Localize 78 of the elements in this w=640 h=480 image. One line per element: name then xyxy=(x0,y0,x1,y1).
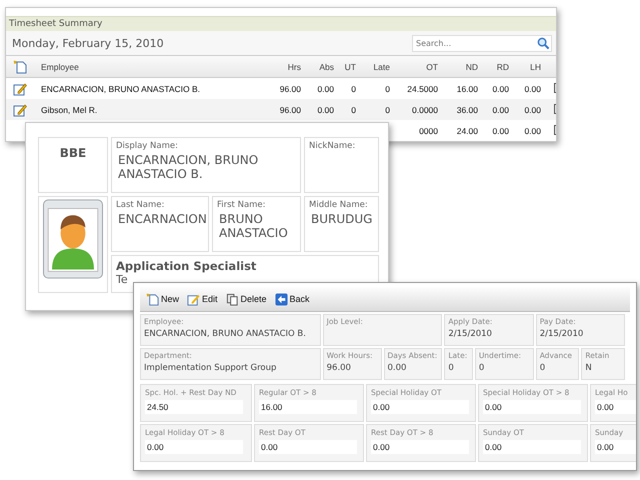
column-header: UT xyxy=(344,62,356,72)
field-value: 0 xyxy=(448,363,454,373)
table-cell-text: 0.00 xyxy=(523,104,541,114)
input-field[interactable]: 0.00 xyxy=(145,440,243,454)
field-value: BURUDUG xyxy=(310,213,372,227)
table-cell-text: 24.5000 xyxy=(406,84,438,94)
table-cell-text: 96.00 xyxy=(278,104,301,114)
table-cell-text: 0.00 xyxy=(491,126,509,136)
input-field[interactable]: 0.00 xyxy=(483,400,581,414)
field-label: Middle Name: xyxy=(309,200,368,210)
field-value: 2/15/2010 xyxy=(448,329,492,339)
back-arrow-icon xyxy=(274,292,288,306)
field-value: BRUNO ANASTACIO xyxy=(218,213,289,241)
field-value: 96.00 xyxy=(326,363,351,373)
field-value: 2/15/2010 xyxy=(540,329,584,339)
department-text: Te xyxy=(116,273,128,286)
job-title: Application Specialist xyxy=(116,259,256,273)
column-header: LH xyxy=(529,62,541,72)
field-value: 0.00 xyxy=(388,363,406,373)
input-field[interactable]: 0.00 xyxy=(371,440,469,454)
window-title: Timesheet Summary xyxy=(6,16,556,31)
table-cell-text: 96.00 xyxy=(278,84,301,94)
table-cell-text: Gibson, Mel R. xyxy=(40,104,98,114)
table-cell-text: 0.00 xyxy=(523,126,541,136)
field-value: Implementation Support Group xyxy=(144,363,276,373)
field-value: ENCARNACION xyxy=(117,213,207,227)
column-header: Late xyxy=(372,62,390,72)
table-cell-text: 0.00 xyxy=(491,104,509,114)
table-cell-text: 0.00 xyxy=(491,84,509,94)
toolbar-button[interactable]: New xyxy=(144,292,182,306)
table-cell-text: 0.00 xyxy=(316,104,334,114)
field-label: Display Name: xyxy=(116,141,178,151)
field-value: ENCARNACION, BRUNO ANASTACIO B. xyxy=(144,329,306,339)
employee-initials: BBE xyxy=(60,146,86,160)
input-field[interactable]: 24.50 xyxy=(145,400,243,414)
input-field[interactable]: 0.00 xyxy=(595,440,636,454)
field-label: Last Name: xyxy=(116,200,164,210)
edit-icon[interactable] xyxy=(13,102,27,116)
field-label: First Name: xyxy=(217,200,266,210)
edit-icon[interactable] xyxy=(13,82,27,96)
table-cell-text: 16.00 xyxy=(456,84,478,94)
table-cell-text: 0.00 xyxy=(523,84,541,94)
input-field[interactable]: 16.00 xyxy=(259,400,357,414)
table-cell-text: 0 xyxy=(384,84,390,94)
field-value: N xyxy=(585,363,592,373)
edit-icon xyxy=(187,292,200,306)
table-cell-text: 0.0000 xyxy=(411,104,438,114)
toolbar-button[interactable]: Back xyxy=(272,292,312,306)
input-field[interactable]: 0.00 xyxy=(371,400,469,414)
table-cell-text: 0 xyxy=(350,104,356,114)
column-header: Employee xyxy=(40,62,80,72)
avatar-icon xyxy=(42,199,104,279)
table-cell-text: 0.00 xyxy=(316,84,334,94)
input-field[interactable]: 0.00 xyxy=(259,440,357,454)
date-heading: Monday, February 15, 2010 xyxy=(12,37,164,50)
field-value: 0 xyxy=(478,363,484,373)
copy-icon xyxy=(226,292,239,306)
table-cell-text: 0000 xyxy=(418,126,438,136)
search-field[interactable]: Search... xyxy=(412,35,552,52)
input-field[interactable]: 0.00 xyxy=(483,440,581,454)
column-header: Abs xyxy=(318,62,334,72)
toolbar-button[interactable]: Edit xyxy=(185,292,220,306)
new-document-icon[interactable] xyxy=(13,60,27,74)
column-header: Hrs xyxy=(286,62,301,72)
new-document-icon xyxy=(146,292,159,306)
column-header: RD xyxy=(496,62,509,72)
table-cell-text: 0 xyxy=(384,104,390,114)
column-header: OT xyxy=(425,62,438,72)
toolbar-button[interactable]: Delete xyxy=(224,292,269,306)
table-cell-text: 36.00 xyxy=(456,104,478,114)
table-cell-text: ENCARNACION, BRUNO ANASTACIO B. xyxy=(40,84,202,94)
input-field[interactable]: 0.00 xyxy=(595,400,636,414)
field-value: ENCARNACION, BRUNO ANASTACIO B. xyxy=(117,154,260,182)
field-value: 0 xyxy=(540,363,546,373)
field-label: NickName: xyxy=(309,141,356,151)
column-header: ND xyxy=(464,62,478,72)
table-cell-text: 0 xyxy=(350,84,356,94)
table-cell-text: 24.00 xyxy=(456,126,478,136)
